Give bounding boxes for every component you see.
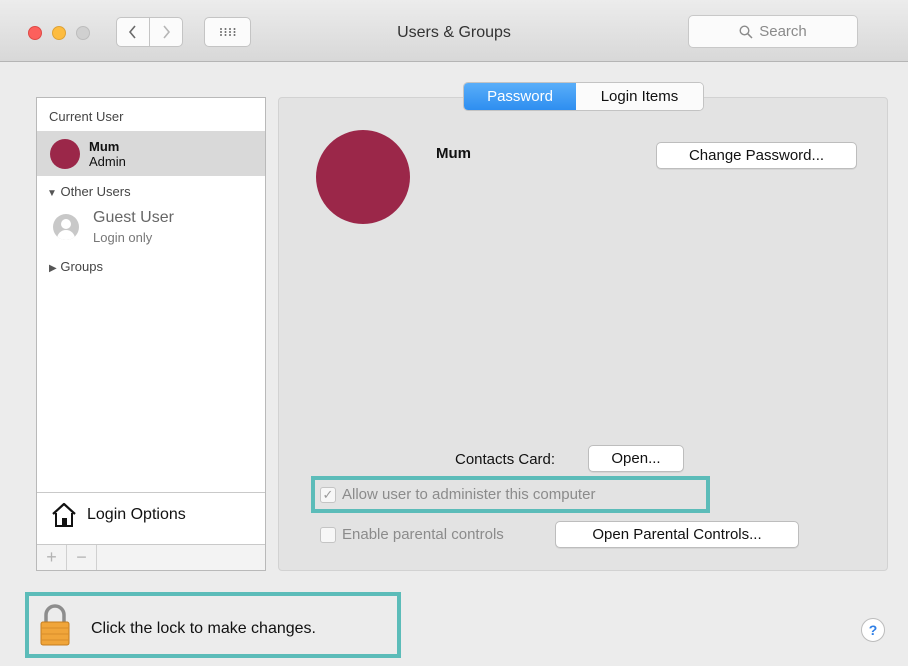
tab-password[interactable]: Password (464, 83, 576, 110)
help-button[interactable]: ? (861, 618, 885, 642)
title-bar: Users & Groups Search (0, 0, 908, 62)
add-user-button[interactable]: + (37, 545, 67, 570)
lock-highlight (25, 592, 401, 658)
remove-user-button[interactable]: − (67, 545, 97, 570)
search-icon (739, 24, 753, 39)
guest-user-name: Guest User (93, 209, 174, 226)
open-parental-controls-button[interactable]: Open Parental Controls... (555, 521, 799, 548)
current-user-name: Mum (89, 139, 120, 154)
other-users-header: Other Users (60, 184, 131, 199)
admin-checkbox-highlight (311, 476, 710, 513)
groups-disclosure[interactable]: ▶ Groups (49, 259, 103, 274)
other-users-disclosure[interactable]: ▼ Other Users (47, 184, 131, 199)
users-groups-window: Users & Groups Search Current User Mum A… (0, 0, 908, 666)
triangle-right-icon: ▶ (49, 263, 57, 274)
parental-controls-checkbox[interactable] (320, 526, 336, 543)
users-sidebar: Current User Mum Admin ▼ Other Users Gue… (36, 97, 266, 571)
search-field[interactable]: Search (688, 15, 858, 48)
current-user-role: Admin (89, 154, 126, 169)
open-contacts-button[interactable]: Open... (588, 445, 684, 472)
login-options-item[interactable]: Login Options (37, 492, 265, 538)
tab-login-items[interactable]: Login Items (576, 83, 703, 110)
tab-bar: Password Login Items (463, 82, 704, 111)
parental-controls-checkbox-row[interactable]: Enable parental controls (320, 526, 504, 543)
current-user-header: Current User (49, 109, 124, 124)
sidebar-toolbar: + − (37, 544, 265, 570)
sidebar-item-guest-user[interactable]: Guest User Login only (37, 206, 265, 251)
triangle-down-icon: ▼ (47, 188, 57, 199)
sidebar-item-current-user[interactable]: Mum Admin (37, 131, 265, 176)
avatar (50, 139, 80, 169)
user-picture[interactable] (316, 130, 410, 224)
parental-controls-label: Enable parental controls (342, 526, 504, 543)
search-placeholder: Search (759, 23, 807, 40)
groups-label: Groups (60, 259, 103, 274)
contacts-card-label: Contacts Card: (455, 451, 556, 468)
house-icon (52, 502, 76, 527)
user-full-name: Mum (436, 145, 471, 162)
guest-user-role: Login only (93, 230, 153, 245)
guest-avatar-icon (53, 214, 79, 240)
login-options-label: Login Options (87, 506, 186, 523)
change-password-button[interactable]: Change Password... (656, 142, 857, 169)
